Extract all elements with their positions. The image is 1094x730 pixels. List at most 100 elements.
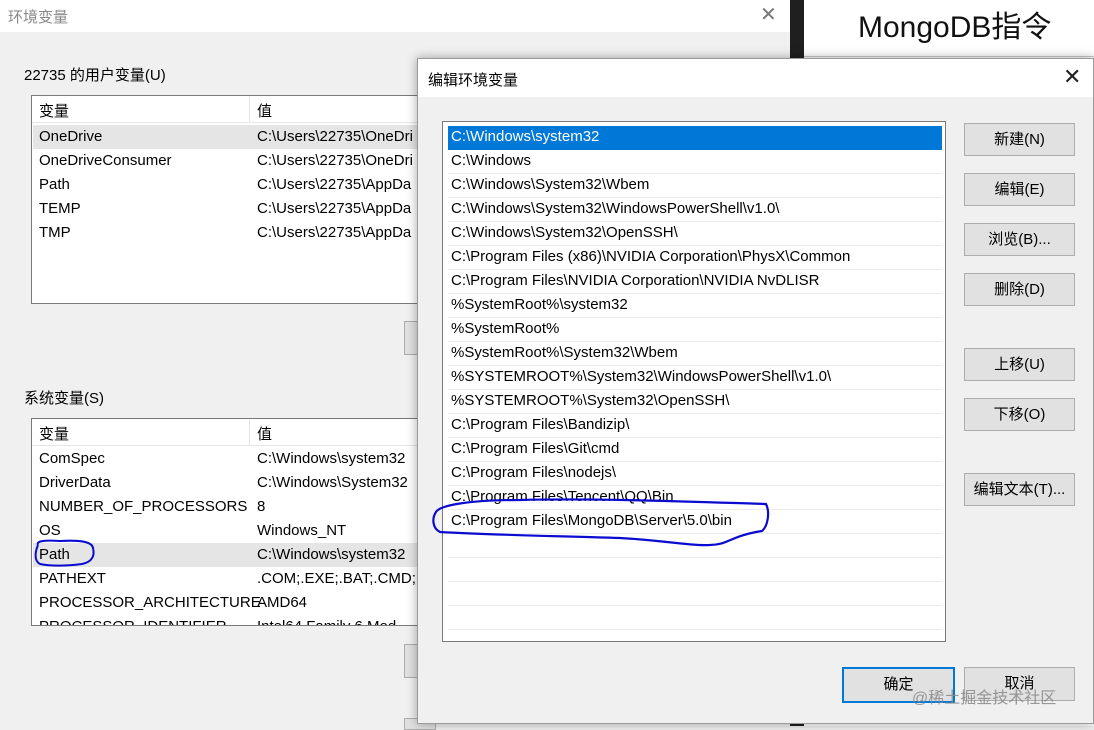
new-button[interactable]: 新建(N) <box>964 123 1075 156</box>
system-var-row[interactable]: OS Windows_NT <box>33 519 432 543</box>
path-item-empty[interactable] <box>448 534 942 558</box>
user-var-row[interactable]: Path C:\Users\22735\AppDa <box>33 173 432 197</box>
system-var-row-path-selected[interactable]: Path C:\Windows\system32 <box>33 543 432 567</box>
var-name: OS <box>39 522 61 539</box>
edit-button[interactable]: 编辑(E) <box>964 173 1075 206</box>
path-item-text: C:\Windows\System32\OpenSSH\ <box>451 224 678 241</box>
var-name: TMP <box>39 224 71 241</box>
path-item[interactable]: C:\Program Files (x86)\NVIDIA Corporatio… <box>448 246 942 270</box>
column-divider[interactable] <box>249 96 250 122</box>
var-name: PROCESSOR_IDENTIFIER <box>39 618 227 625</box>
path-item-mongodb[interactable]: C:\Program Files\MongoDB\Server\5.0\bin <box>448 510 942 534</box>
path-item-text: C:\Windows\system32 <box>451 128 600 145</box>
var-value: AMD64 <box>257 594 308 611</box>
path-item-empty[interactable] <box>448 606 942 630</box>
user-vars-list[interactable]: 变量 值 OneDrive C:\Users\22735\OneDri OneD… <box>31 95 433 304</box>
path-item-text: C:\Program Files\Bandizip\ <box>451 416 630 433</box>
env-dialog-titlebar: 环境变量 ✕ <box>0 0 790 32</box>
var-value: C:\Users\22735\OneDri <box>257 128 413 145</box>
user-var-row[interactable]: TMP C:\Users\22735\AppDa <box>33 221 432 245</box>
path-item[interactable]: C:\Windows <box>448 150 942 174</box>
path-item[interactable]: %SystemRoot%\system32 <box>448 294 942 318</box>
system-var-row[interactable]: ComSpec C:\Windows\system32 <box>33 447 432 471</box>
system-vars-list[interactable]: 变量 值 ComSpec C:\Windows\system32 DriverD… <box>31 418 433 626</box>
path-item-selected[interactable]: C:\Windows\system32 <box>448 126 942 150</box>
path-item-text: C:\Program Files (x86)\NVIDIA Corporatio… <box>451 248 851 265</box>
path-item[interactable]: C:\Program Files\nodejs\ <box>448 462 942 486</box>
var-name: Path <box>39 176 70 193</box>
edit-text-button[interactable]: 编辑文本(T)... <box>964 473 1075 506</box>
path-item[interactable]: %SystemRoot% <box>448 318 942 342</box>
column-value[interactable]: 值 <box>257 423 272 444</box>
path-item[interactable]: %SYSTEMROOT%\System32\OpenSSH\ <box>448 390 942 414</box>
path-item-text: C:\Windows <box>451 152 532 169</box>
system-vars-header: 变量 值 <box>32 419 432 446</box>
path-item[interactable]: C:\Windows\System32\Wbem <box>448 174 942 198</box>
path-item[interactable]: C:\Program Files\Tencent\QQ\Bin <box>448 486 942 510</box>
var-value: Intel64 Family 6 Mod <box>257 618 396 625</box>
system-var-row[interactable]: PROCESSOR_IDENTIFIER Intel64 Family 6 Mo… <box>33 615 432 625</box>
path-item-text: %SystemRoot% <box>451 320 560 337</box>
var-name: NUMBER_OF_PROCESSORS <box>39 498 248 515</box>
var-name: PROCESSOR_ARCHITECTURE <box>39 594 261 611</box>
system-var-row[interactable]: NUMBER_OF_PROCESSORS 8 <box>33 495 432 519</box>
env-dialog-title: 环境变量 <box>8 9 69 26</box>
path-item-text: C:\Windows\System32\Wbem <box>451 176 650 193</box>
system-var-row[interactable]: PROCESSOR_ARCHITECTURE AMD64 <box>33 591 432 615</box>
var-name: TEMP <box>39 200 81 217</box>
system-vars-section-label: 系统变量(S) <box>24 390 104 407</box>
move-down-button[interactable]: 下移(O) <box>964 398 1075 431</box>
close-icon[interactable]: ✕ <box>1063 64 1081 90</box>
path-item[interactable]: C:\Windows\System32\OpenSSH\ <box>448 222 942 246</box>
edit-dialog-title: 编辑环境变量 <box>428 72 519 89</box>
var-value: C:\Windows\System32 <box>257 474 408 491</box>
edit-env-var-dialog: 编辑环境变量 ✕ C:\Windows\system32 C:\Windows … <box>417 58 1094 724</box>
var-value: C:\Users\22735\OneDri <box>257 152 413 169</box>
var-name: OneDriveConsumer <box>39 152 172 169</box>
path-item[interactable]: %SYSTEMROOT%\System32\WindowsPowerShell\… <box>448 366 942 390</box>
var-name: Path <box>39 546 70 563</box>
path-item-text: C:\Program Files\NVIDIA Corporation\NVID… <box>451 272 820 289</box>
move-up-button[interactable]: 上移(U) <box>964 348 1075 381</box>
path-item-text: C:\Program Files\nodejs\ <box>451 464 617 481</box>
var-value: C:\Windows\system32 <box>257 450 406 467</box>
var-value: 8 <box>257 498 266 515</box>
system-var-row[interactable]: DriverData C:\Windows\System32 <box>33 471 432 495</box>
delete-button[interactable]: 删除(D) <box>964 273 1075 306</box>
path-item-empty[interactable] <box>448 582 942 606</box>
path-item-text: C:\Windows\System32\WindowsPowerShell\v1… <box>451 200 780 217</box>
var-value: C:\Users\22735\AppDa <box>257 200 412 217</box>
env-dialog-close-icon[interactable]: ✕ <box>760 2 777 27</box>
path-item[interactable]: %SystemRoot%\System32\Wbem <box>448 342 942 366</box>
column-variable[interactable]: 变量 <box>39 423 69 444</box>
user-var-row[interactable]: OneDrive C:\Users\22735\OneDri <box>33 125 432 149</box>
column-variable[interactable]: 变量 <box>39 100 69 121</box>
var-value: C:\Users\22735\AppDa <box>257 224 412 241</box>
path-item-text: C:\Program Files\Tencent\QQ\Bin <box>451 488 674 505</box>
path-item-text: %SystemRoot%\System32\Wbem <box>451 344 678 361</box>
path-item[interactable]: C:\Windows\System32\WindowsPowerShell\v1… <box>448 198 942 222</box>
path-item[interactable]: C:\Program Files\Bandizip\ <box>448 414 942 438</box>
user-vars-section-label: 22735 的用户变量(U) <box>24 67 166 84</box>
system-var-row[interactable]: PATHEXT .COM;.EXE;.BAT;.CMD; <box>33 567 432 591</box>
path-item-text: C:\Program Files\Git\cmd <box>451 440 620 457</box>
path-item[interactable]: C:\Program Files\NVIDIA Corporation\NVID… <box>448 270 942 294</box>
path-item-text: %SystemRoot%\system32 <box>451 296 628 313</box>
var-name: ComSpec <box>39 450 105 467</box>
path-item-text: %SYSTEMROOT%\System32\OpenSSH\ <box>451 392 730 409</box>
var-name: DriverData <box>39 474 111 491</box>
path-entries-list[interactable]: C:\Windows\system32 C:\Windows C:\Window… <box>442 121 946 642</box>
user-var-row[interactable]: OneDriveConsumer C:\Users\22735\OneDri <box>33 149 432 173</box>
watermark: @稀土掘金技术社区 <box>912 690 1057 707</box>
path-item[interactable]: C:\Program Files\Git\cmd <box>448 438 942 462</box>
path-item-text: %SYSTEMROOT%\System32\WindowsPowerShell\… <box>451 368 832 385</box>
user-vars-header: 变量 值 <box>32 96 432 123</box>
column-value[interactable]: 值 <box>257 100 272 121</box>
browse-button[interactable]: 浏览(B)... <box>964 223 1075 256</box>
var-value: .COM;.EXE;.BAT;.CMD; <box>257 570 416 587</box>
column-divider[interactable] <box>249 419 250 445</box>
var-value: C:\Windows\system32 <box>257 546 406 563</box>
var-value: Windows_NT <box>257 522 347 539</box>
user-var-row[interactable]: TEMP C:\Users\22735\AppDa <box>33 197 432 221</box>
path-item-empty[interactable] <box>448 558 942 582</box>
